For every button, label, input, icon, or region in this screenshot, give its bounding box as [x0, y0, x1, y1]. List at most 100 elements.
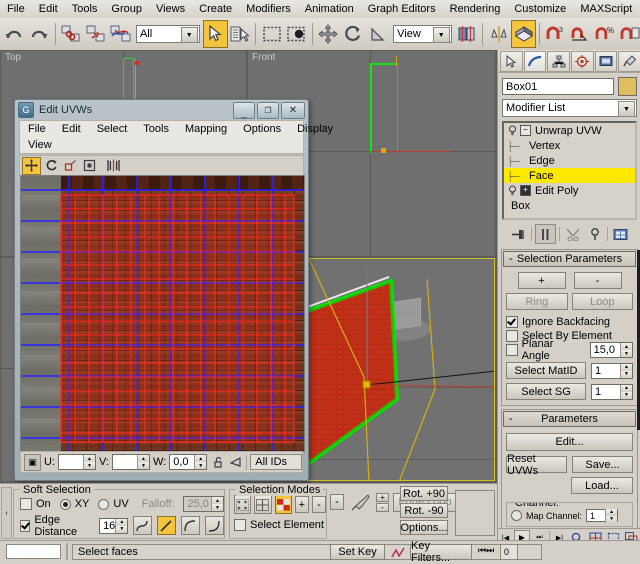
- select-element-checkbox[interactable]: Select Element: [234, 518, 326, 532]
- light-bulb-icon[interactable]: [507, 185, 518, 196]
- edit-uvws-titlebar[interactable]: G Edit UVWs _ ❐ ✕: [15, 100, 308, 120]
- flip-icon[interactable]: [228, 455, 243, 470]
- loop-button[interactable]: Loop: [572, 293, 634, 310]
- frame-indicator[interactable]: 0: [500, 544, 518, 560]
- tab-hierarchy[interactable]: [547, 51, 570, 72]
- key-filters-button[interactable]: Key Filters...: [410, 544, 472, 560]
- menu-item-customize[interactable]: Customize: [507, 2, 573, 16]
- falloff-curve-slow-out-button[interactable]: [181, 516, 200, 535]
- stack-item-edit-poly[interactable]: +Edit Poly: [504, 183, 635, 198]
- selection-parameters-header[interactable]: - Selection Parameters: [503, 251, 636, 267]
- tab-display[interactable]: [595, 51, 618, 72]
- falloff-arrows[interactable]: ▲▼: [211, 497, 223, 511]
- matid-spinner[interactable]: 1 ▲▼: [591, 363, 633, 379]
- move-selected-subobject-icon[interactable]: [22, 157, 41, 175]
- edit-uvws-window[interactable]: G Edit UVWs _ ❐ ✕ FileEditSelectToolsMap…: [14, 99, 309, 481]
- planar-angle-arrows[interactable]: ▲▼: [620, 343, 632, 357]
- planar-angle-spinner[interactable]: 15,0 ▲▼: [590, 342, 633, 358]
- face-sub-object-button[interactable]: [275, 495, 292, 514]
- expand-icon[interactable]: +: [520, 185, 531, 196]
- uv-edit-canvas[interactable]: [20, 175, 305, 452]
- pin-stack-button[interactable]: [509, 225, 528, 243]
- rectangular-selection-region-icon[interactable]: [259, 20, 284, 48]
- edge-distance-spinner[interactable]: 16 ▲▼: [99, 518, 128, 534]
- uvw-menu-tools[interactable]: Tools: [135, 123, 177, 135]
- status-numeric-field[interactable]: [6, 544, 61, 559]
- menu-item-animation[interactable]: Animation: [298, 2, 361, 16]
- w-spinner-arrows[interactable]: ▲▼: [194, 455, 206, 469]
- unlink-icon[interactable]: [83, 20, 108, 48]
- u-spinner-arrows[interactable]: ▲▼: [83, 455, 95, 469]
- unlock-icon[interactable]: [210, 455, 225, 470]
- use-pivot-point-center-icon[interactable]: [455, 20, 480, 48]
- stack-item-unwrap-uvw[interactable]: −Unwrap UVW: [504, 123, 635, 138]
- auto-key-icon[interactable]: ⏮⏭: [478, 545, 494, 556]
- uvw-menu-edit[interactable]: Edit: [54, 123, 89, 135]
- rotate-minus-90-button[interactable]: Rot. -90: [400, 503, 448, 518]
- select-sg-button[interactable]: Select SG: [506, 383, 586, 400]
- material-id-filter-combo[interactable]: All IDs: [250, 454, 302, 470]
- load-button[interactable]: Load...: [571, 477, 633, 494]
- percent-snap-icon[interactable]: %: [592, 20, 617, 48]
- make-unique-button[interactable]: [563, 225, 582, 243]
- mirror-horizontal-icon[interactable]: [105, 158, 122, 174]
- w-spinner[interactable]: 0,0 ▲▼: [169, 454, 207, 470]
- increase-brush-button[interactable]: +: [376, 493, 389, 502]
- save-button[interactable]: Save...: [572, 456, 633, 473]
- select-object-icon[interactable]: [203, 20, 228, 48]
- reset-uvws-button[interactable]: Reset UVWs: [506, 456, 567, 473]
- uvw-menu-mapping[interactable]: Mapping: [177, 123, 235, 135]
- ignore-backfacing-checkbox[interactable]: Ignore Backfacing: [506, 315, 633, 329]
- sg-arrows[interactable]: ▲▼: [620, 385, 632, 399]
- maximize-icon[interactable]: ❐: [257, 102, 279, 119]
- tab-modify[interactable]: [524, 51, 547, 72]
- select-link-icon[interactable]: [59, 20, 84, 48]
- stack-item-face[interactable]: ├─Face: [504, 168, 635, 183]
- v-spinner[interactable]: ▲▼: [112, 454, 150, 470]
- falloff-curve-fast-out-button[interactable]: [205, 516, 224, 535]
- chevron-down-icon[interactable]: ▼: [181, 27, 198, 43]
- select-matid-button[interactable]: Select MatID: [506, 362, 586, 379]
- chevron-down-icon[interactable]: ▼: [433, 27, 450, 43]
- edit-button[interactable]: Edit...: [506, 433, 633, 451]
- v-spinner-arrows[interactable]: ▲▼: [137, 455, 149, 469]
- select-and-scale-icon[interactable]: [365, 20, 390, 48]
- object-color-swatch[interactable]: [618, 77, 637, 96]
- object-name-field[interactable]: Box01: [502, 78, 614, 95]
- shrink-selection-button[interactable]: -: [574, 272, 622, 289]
- matid-arrows[interactable]: ▲▼: [620, 364, 632, 378]
- map-channel-arrows[interactable]: ▲▼: [605, 509, 617, 523]
- select-and-move-icon[interactable]: [316, 20, 341, 48]
- bind-space-warp-icon[interactable]: [108, 20, 133, 48]
- edge-distance-arrows[interactable]: ▲▼: [115, 519, 127, 533]
- panel-scroll-handle[interactable]: ‹: [1, 487, 12, 539]
- parameters-header[interactable]: - Parameters: [503, 411, 636, 427]
- tab-motion[interactable]: [571, 51, 594, 72]
- remove-modifier-button[interactable]: [585, 225, 604, 243]
- undo-icon[interactable]: [2, 20, 27, 48]
- menu-item-modifiers[interactable]: Modifiers: [239, 2, 298, 16]
- spinner-snap-icon[interactable]: [617, 20, 640, 48]
- decrease-small-button[interactable]: -: [330, 494, 344, 510]
- tab-create[interactable]: [500, 51, 523, 72]
- paint-select-icon[interactable]: [348, 492, 372, 512]
- ring-button[interactable]: Ring: [506, 293, 568, 310]
- uvw-menu-select[interactable]: Select: [89, 123, 136, 135]
- mirror-icon[interactable]: [486, 20, 511, 48]
- select-by-name-icon[interactable]: [228, 20, 253, 48]
- set-key-button[interactable]: Set Key: [330, 544, 385, 560]
- minimize-icon[interactable]: _: [233, 102, 255, 119]
- snap-toggle-icon[interactable]: 3: [543, 20, 568, 48]
- menu-item-views[interactable]: Views: [149, 2, 192, 16]
- falloff-curve-smooth-button[interactable]: [133, 516, 152, 535]
- collapse-icon[interactable]: −: [520, 125, 531, 136]
- grow-selection-button[interactable]: +: [295, 496, 309, 513]
- rotate-plus-90-button[interactable]: Rot. +90: [400, 486, 448, 501]
- edge-sub-object-button[interactable]: [254, 495, 271, 514]
- falloff-spinner[interactable]: 25,0 ▲▼: [183, 496, 224, 512]
- map-channel-radio[interactable]: [511, 510, 522, 521]
- uv-face-grid[interactable]: [21, 176, 304, 451]
- menu-item-tools[interactable]: Tools: [65, 2, 105, 16]
- menu-item-edit[interactable]: Edit: [32, 2, 65, 16]
- reference-coordinate-system-combo[interactable]: View ▼: [393, 25, 452, 43]
